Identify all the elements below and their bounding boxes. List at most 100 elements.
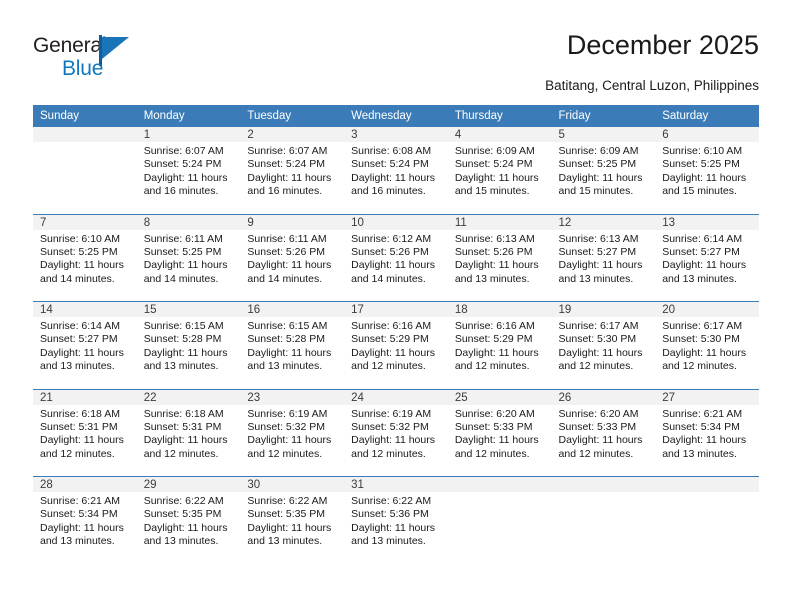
daylight-text-line2: and 14 minutes. xyxy=(351,272,426,285)
day-cell[interactable]: Sunrise: 6:15 AM Sunset: 5:28 PM Dayligh… xyxy=(136,317,241,389)
sunset-text: Sunset: 5:36 PM xyxy=(351,508,429,521)
day-cell[interactable]: Sunrise: 6:15 AM Sunset: 5:28 PM Dayligh… xyxy=(240,317,345,389)
daylight-text-line2: and 12 minutes. xyxy=(351,360,426,373)
day-cell[interactable]: Sunrise: 6:18 AM Sunset: 5:31 PM Dayligh… xyxy=(33,404,137,477)
daylight-text-line1: Daylight: 11 hours xyxy=(351,171,435,184)
daylight-text-line2: and 13 minutes. xyxy=(143,360,219,373)
daylight-text-line1: Daylight: 11 hours xyxy=(662,346,747,359)
day-cell[interactable]: Sunrise: 6:10 AM Sunset: 5:25 PM Dayligh… xyxy=(655,142,759,214)
day-number: 22 xyxy=(136,388,241,405)
daylight-text-line1: Daylight: 11 hours xyxy=(143,259,228,272)
day-number: 2 xyxy=(240,127,345,142)
day-cell[interactable]: Sunrise: 6:17 AM Sunset: 5:30 PM Dayligh… xyxy=(655,317,759,389)
sunset-text: Sunset: 5:24 PM xyxy=(454,158,533,171)
sunrise-text: Sunrise: 6:07 AM xyxy=(247,145,328,157)
day-cell[interactable]: Sunrise: 6:11 AM Sunset: 5:26 PM Dayligh… xyxy=(240,229,345,302)
day-number: 5 xyxy=(551,127,656,142)
day-cell[interactable]: Sunrise: 6:19 AM Sunset: 5:32 PM Dayligh… xyxy=(240,404,345,477)
day-number: 21 xyxy=(33,388,137,405)
daylight-text-line2: and 13 minutes. xyxy=(40,360,115,373)
day-cell[interactable]: Sunrise: 6:13 AM Sunset: 5:26 PM Dayligh… xyxy=(447,229,552,302)
week-2-daynum-row: 7 8 9 10 11 12 13 xyxy=(33,213,759,230)
day-number: 23 xyxy=(240,388,345,405)
day-cell[interactable]: Sunrise: 6:21 AM Sunset: 5:34 PM Dayligh… xyxy=(655,404,759,477)
day-number: 7 xyxy=(33,213,137,230)
daylight-text-line1: Daylight: 11 hours xyxy=(454,171,539,184)
daylight-text-line2: and 12 minutes. xyxy=(454,447,530,460)
daylight-text-line2: and 13 minutes. xyxy=(454,272,530,285)
sunset-text: Sunset: 5:35 PM xyxy=(247,508,326,521)
daylight-text-line1: Daylight: 11 hours xyxy=(558,434,643,447)
day-cell[interactable] xyxy=(551,492,656,564)
day-number xyxy=(447,476,552,492)
day-cell[interactable]: Sunrise: 6:12 AM Sunset: 5:26 PM Dayligh… xyxy=(344,229,448,302)
day-cell[interactable]: Sunrise: 6:08 AM Sunset: 5:24 PM Dayligh… xyxy=(344,142,448,214)
week-4-info-row: Sunrise: 6:18 AM Sunset: 5:31 PM Dayligh… xyxy=(33,404,759,477)
day-cell[interactable]: Sunrise: 6:09 AM Sunset: 5:24 PM Dayligh… xyxy=(447,142,552,214)
sunset-text: Sunset: 5:31 PM xyxy=(143,420,222,433)
day-cell[interactable]: Sunrise: 6:21 AM Sunset: 5:34 PM Dayligh… xyxy=(33,492,137,564)
daylight-text-line2: and 13 minutes. xyxy=(247,535,323,548)
daylight-text-line1: Daylight: 11 hours xyxy=(351,521,435,534)
sunrise-text: Sunrise: 6:12 AM xyxy=(351,232,432,245)
sunrise-text: Sunrise: 6:20 AM xyxy=(454,407,535,420)
day-cell[interactable]: Sunrise: 6:20 AM Sunset: 5:33 PM Dayligh… xyxy=(447,404,552,477)
sunrise-text: Sunrise: 6:15 AM xyxy=(143,320,224,332)
sunrise-text: Sunrise: 6:15 AM xyxy=(247,320,328,332)
sunset-text: Sunset: 5:33 PM xyxy=(558,420,637,433)
daylight-text-line2: and 16 minutes. xyxy=(143,185,219,198)
daylight-text-line1: Daylight: 11 hours xyxy=(662,171,747,184)
day-cell[interactable]: Sunrise: 6:16 AM Sunset: 5:29 PM Dayligh… xyxy=(447,317,552,389)
day-cell[interactable]: Sunrise: 6:18 AM Sunset: 5:31 PM Dayligh… xyxy=(136,404,241,477)
day-cell[interactable]: Sunrise: 6:07 AM Sunset: 5:24 PM Dayligh… xyxy=(136,142,241,214)
day-number: 19 xyxy=(551,301,656,317)
weekday-header-wednesday: Wednesday xyxy=(344,105,448,127)
sunrise-text: Sunrise: 6:07 AM xyxy=(143,145,224,157)
daylight-text-line2: and 13 minutes. xyxy=(662,272,737,285)
sunrise-text: Sunrise: 6:20 AM xyxy=(558,407,639,420)
day-cell[interactable]: Sunrise: 6:07 AM Sunset: 5:24 PM Dayligh… xyxy=(240,142,345,214)
sunrise-text: Sunrise: 6:18 AM xyxy=(143,407,224,420)
day-cell[interactable] xyxy=(33,142,137,214)
day-cell[interactable]: Sunrise: 6:17 AM Sunset: 5:30 PM Dayligh… xyxy=(551,317,656,389)
sunrise-text: Sunrise: 6:11 AM xyxy=(143,232,223,245)
daylight-text-line2: and 12 minutes. xyxy=(662,360,737,373)
sunrise-text: Sunrise: 6:09 AM xyxy=(454,145,535,157)
day-cell[interactable]: Sunrise: 6:11 AM Sunset: 5:25 PM Dayligh… xyxy=(136,229,241,302)
weekday-header-monday: Monday xyxy=(136,105,241,127)
sunrise-text: Sunrise: 6:10 AM xyxy=(662,145,743,157)
daylight-text-line2: and 13 minutes. xyxy=(351,535,426,548)
sunset-text: Sunset: 5:32 PM xyxy=(351,420,429,433)
day-number: 28 xyxy=(33,476,137,492)
day-cell[interactable]: Sunrise: 6:10 AM Sunset: 5:25 PM Dayligh… xyxy=(33,229,137,302)
day-cell[interactable]: Sunrise: 6:14 AM Sunset: 5:27 PM Dayligh… xyxy=(33,317,137,389)
daylight-text-line2: and 16 minutes. xyxy=(247,185,323,198)
day-number: 9 xyxy=(240,213,345,230)
daylight-text-line2: and 15 minutes. xyxy=(558,185,634,198)
flag-triangle xyxy=(102,37,129,59)
weekday-header-thursday: Thursday xyxy=(447,105,552,127)
day-number: 25 xyxy=(447,388,552,405)
daylight-text-line2: and 12 minutes. xyxy=(454,360,530,373)
daylight-text-line2: and 15 minutes. xyxy=(662,185,737,198)
day-cell[interactable] xyxy=(655,492,759,564)
day-cell[interactable]: Sunrise: 6:19 AM Sunset: 5:32 PM Dayligh… xyxy=(344,404,448,477)
day-cell[interactable]: Sunrise: 6:22 AM Sunset: 5:35 PM Dayligh… xyxy=(240,492,345,564)
day-cell[interactable]: Sunrise: 6:22 AM Sunset: 5:36 PM Dayligh… xyxy=(344,492,448,564)
day-cell[interactable]: Sunrise: 6:09 AM Sunset: 5:25 PM Dayligh… xyxy=(551,142,656,214)
general-blue-logo[interactable]: General Blue xyxy=(33,34,163,92)
week-1-daynum-row: 1 2 3 4 5 6 xyxy=(33,127,759,142)
sunset-text: Sunset: 5:29 PM xyxy=(454,333,533,346)
day-cell[interactable]: Sunrise: 6:22 AM Sunset: 5:35 PM Dayligh… xyxy=(136,492,241,564)
day-cell[interactable]: Sunrise: 6:20 AM Sunset: 5:33 PM Dayligh… xyxy=(551,404,656,477)
day-cell[interactable]: Sunrise: 6:16 AM Sunset: 5:29 PM Dayligh… xyxy=(344,317,448,389)
daylight-text-line2: and 12 minutes. xyxy=(558,447,634,460)
sunrise-text: Sunrise: 6:13 AM xyxy=(558,232,639,245)
daylight-text-line1: Daylight: 11 hours xyxy=(454,346,539,359)
day-cell[interactable]: Sunrise: 6:13 AM Sunset: 5:27 PM Dayligh… xyxy=(551,229,656,302)
day-number: 4 xyxy=(447,127,552,142)
day-number: 8 xyxy=(136,213,241,230)
day-cell[interactable] xyxy=(447,492,552,564)
day-cell[interactable]: Sunrise: 6:14 AM Sunset: 5:27 PM Dayligh… xyxy=(655,229,759,302)
sunrise-text: Sunrise: 6:17 AM xyxy=(662,320,743,332)
